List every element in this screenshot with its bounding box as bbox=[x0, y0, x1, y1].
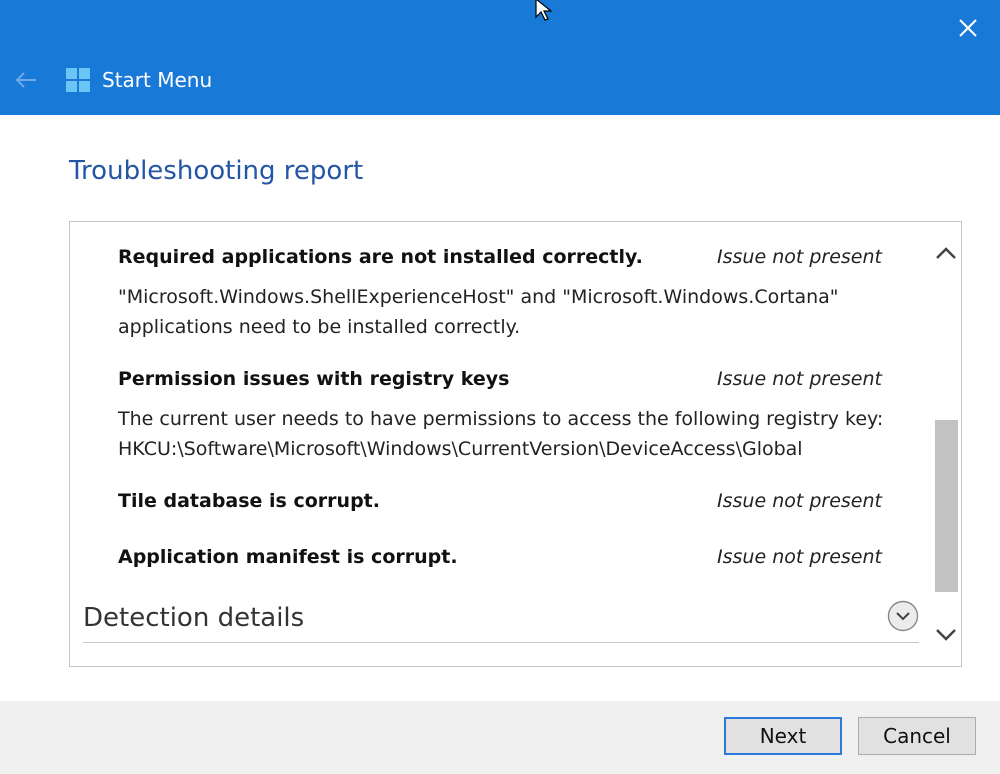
issue-title: Tile database is corrupt. bbox=[118, 490, 380, 512]
issue-description-line: The current user needs to have permissio… bbox=[118, 408, 884, 430]
page-title: Troubleshooting report bbox=[69, 156, 364, 186]
chevron-down-circle-icon[interactable] bbox=[887, 600, 919, 632]
issue-description-line: HKCU:\Software\Microsoft\Windows\Current… bbox=[118, 438, 803, 460]
issue-description-line: "Microsoft.Windows.ShellExperienceHost" … bbox=[118, 286, 839, 308]
detection-details-label: Detection details bbox=[83, 603, 305, 633]
app-title: Start Menu bbox=[102, 68, 213, 92]
close-button[interactable] bbox=[950, 10, 986, 46]
scroll-up-button[interactable] bbox=[933, 240, 959, 266]
report-panel: Required applications are not installed … bbox=[69, 221, 962, 667]
footer-bar bbox=[0, 701, 1000, 774]
windows-logo-icon bbox=[66, 68, 90, 92]
issue-status: Issue not present bbox=[717, 546, 882, 568]
close-icon bbox=[959, 19, 977, 37]
issue-title: Application manifest is corrupt. bbox=[118, 546, 458, 568]
issue-title: Permission issues with registry keys bbox=[118, 368, 510, 390]
issue-description: The current user needs to have permissio… bbox=[118, 404, 883, 464]
mouse-cursor-icon bbox=[535, 0, 553, 21]
issue-title: Required applications are not installed … bbox=[118, 246, 643, 268]
scrollbar-thumb[interactable] bbox=[935, 420, 958, 592]
issue-description: "Microsoft.Windows.ShellExperienceHost" … bbox=[118, 282, 839, 342]
next-button[interactable]: Next bbox=[724, 717, 842, 755]
chevron-up-icon bbox=[936, 247, 956, 259]
scroll-down-button[interactable] bbox=[933, 622, 959, 648]
issue-description-line: applications need to be installed correc… bbox=[118, 316, 521, 338]
issue-status: Issue not present bbox=[717, 368, 882, 390]
cancel-button[interactable]: Cancel bbox=[858, 717, 976, 755]
title-bar: Start Menu bbox=[0, 0, 1000, 115]
back-button[interactable] bbox=[10, 64, 42, 96]
issue-status: Issue not present bbox=[717, 246, 882, 268]
issue-status: Issue not present bbox=[717, 490, 882, 512]
back-arrow-icon bbox=[15, 72, 36, 88]
chevron-down-icon bbox=[936, 629, 956, 641]
detection-details-toggle[interactable]: Detection details bbox=[83, 600, 919, 643]
